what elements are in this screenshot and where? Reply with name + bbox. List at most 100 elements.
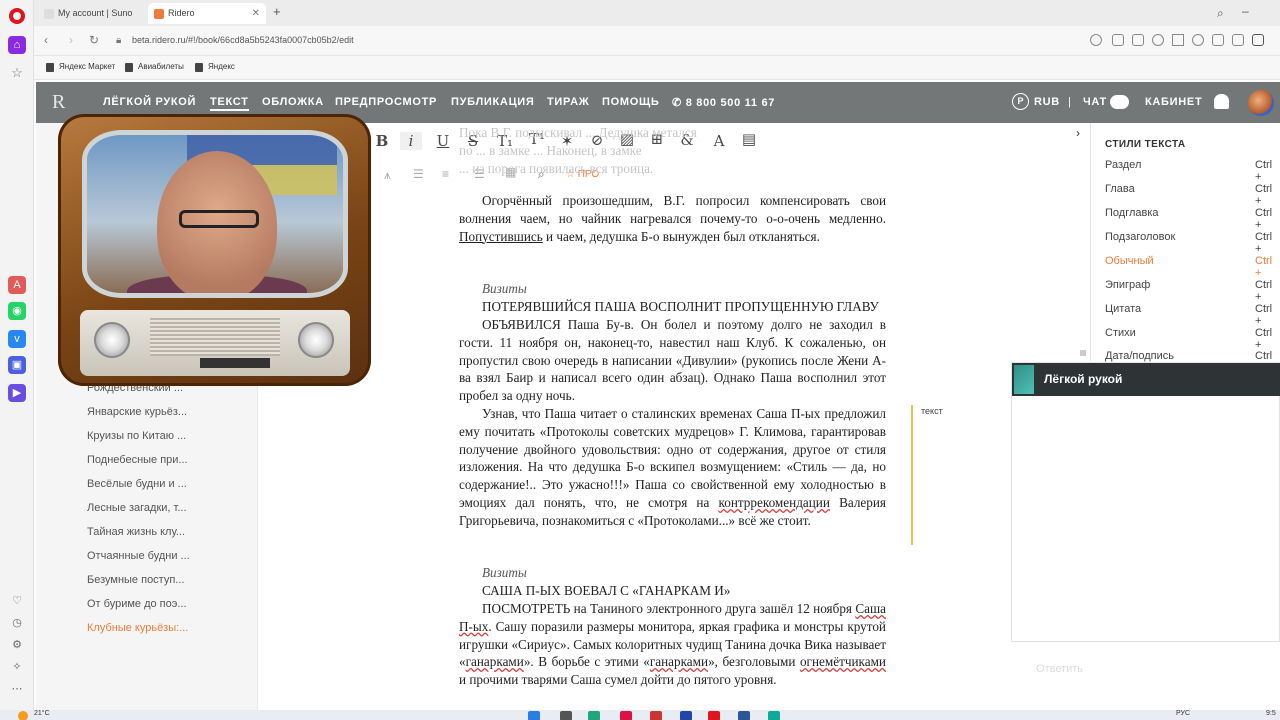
section-heading[interactable]: ПОТЕРЯВШИЙСЯ ПАША ВОСПОЛНИТ ПРОПУЩЕННУЮ … — [482, 299, 879, 315]
bulb-icon[interactable]: ✧ — [8, 658, 26, 676]
section-caption[interactable]: Визиты — [482, 565, 527, 581]
download-icon[interactable] — [1212, 34, 1224, 46]
app-icon[interactable]: A — [8, 276, 26, 294]
style-date-signature[interactable]: Дата/подпись — [1105, 350, 1174, 362]
indent-icon[interactable]: ☰ — [413, 167, 424, 181]
bold-icon[interactable]: B — [371, 132, 393, 150]
style-verse[interactable]: Стихи — [1105, 327, 1136, 339]
style-subheading[interactable]: Подзаголовок — [1105, 231, 1175, 243]
paragraph[interactable]: ПОСМОТРЕТЬ на Таниного электронного друг… — [459, 600, 886, 689]
tab-suno[interactable]: My account | Suno — [38, 3, 146, 24]
chapter-item[interactable]: Поднебесные при... — [87, 454, 188, 466]
minimize-icon[interactable]: – — [1242, 4, 1249, 18]
style-normal[interactable]: Обычный — [1105, 255, 1154, 267]
heart-icon[interactable]: ♡ — [8, 592, 26, 610]
search-icon[interactable]: ⌕ — [1217, 6, 1224, 21]
paragraph[interactable]: Огорчённый произошедшим, В.Г. попросил к… — [459, 192, 886, 245]
chapter-item[interactable]: Январские курьёз... — [87, 406, 187, 418]
chapter-item[interactable]: Тайная жизнь клу... — [87, 526, 185, 538]
home-icon[interactable]: ⌂ — [8, 36, 26, 54]
spellcheck-word[interactable]: ганарками — [650, 654, 708, 669]
style-section[interactable]: Раздел — [1105, 159, 1141, 171]
chapter-item[interactable]: Лесные загадки, т... — [87, 502, 187, 514]
nav-text[interactable]: ТЕКСТ — [210, 96, 249, 111]
forward-icon[interactable]: › — [69, 33, 73, 47]
section-heading[interactable]: САША П-ЫХ ВОЕВАЛ С «ГАНАРКАМ И» — [482, 583, 730, 599]
camera-icon[interactable] — [1132, 34, 1144, 46]
ruble-icon[interactable]: P — [1012, 93, 1029, 110]
weather-text[interactable]: 21°C — [34, 710, 50, 717]
chapter-item[interactable]: Безумные поступ... — [87, 574, 184, 586]
paragraph[interactable]: ОБЪЯВИЛСЯ Паша Бу-в. Он болел и поэтому … — [459, 316, 886, 405]
app-taskbar-icon[interactable] — [768, 711, 780, 720]
tab-ridero[interactable]: Ridero ✕ — [148, 3, 266, 24]
app-taskbar-icon[interactable] — [680, 711, 692, 720]
avatar[interactable] — [1248, 90, 1274, 116]
scrollbar-thumb[interactable] — [1080, 350, 1086, 356]
chapter-item[interactable]: От буриме до поэ... — [87, 598, 187, 610]
chapter-item[interactable]: Круизы по Китаю ... — [87, 430, 186, 442]
paragraph[interactable]: Узнав, что Паша читает о сталинских врем… — [459, 405, 886, 530]
reload-icon[interactable]: ↻ — [89, 33, 99, 47]
profile-icon[interactable] — [1252, 34, 1264, 46]
translate-icon[interactable] — [1112, 34, 1124, 46]
align-icon[interactable]: ⩚ — [384, 168, 391, 183]
bookmark-star-icon[interactable]: ☆ — [8, 64, 26, 82]
opera-logo-icon[interactable] — [9, 8, 25, 24]
phone-number[interactable]: ✆ 8 800 500 11 67 — [672, 96, 775, 109]
spellcheck-word[interactable]: ганарками — [466, 654, 524, 669]
start-icon[interactable] — [528, 711, 540, 720]
nav-cover[interactable]: ОБЛОЖКА — [262, 96, 324, 108]
whatsapp-icon[interactable]: ◉ — [8, 302, 26, 320]
vk-icon[interactable]: v — [8, 330, 26, 348]
style-chapter[interactable]: Глава — [1105, 183, 1135, 195]
list-icon[interactable] — [1232, 34, 1244, 46]
underline-icon[interactable]: U — [432, 132, 454, 150]
nav-publication[interactable]: ПУБЛИКАЦИЯ — [451, 96, 535, 108]
nav-preview[interactable]: ПРЕДПРОСМОТР — [335, 96, 437, 108]
clock[interactable]: 9:5 — [1266, 710, 1276, 717]
back-icon[interactable]: ‹ — [44, 33, 48, 47]
play-icon[interactable] — [1172, 34, 1184, 46]
shield-icon[interactable] — [1152, 34, 1164, 46]
list-clear-icon[interactable]: ≡ — [442, 167, 449, 181]
spellcheck-word[interactable]: Попустившись — [459, 229, 543, 244]
language-indicator[interactable]: РУС — [1176, 710, 1190, 717]
chapter-item[interactable]: Отчаянные будни ... — [87, 550, 190, 562]
bookmark-item[interactable]: Яндекс — [195, 62, 235, 72]
app-taskbar-icon[interactable] — [650, 711, 662, 720]
app2-icon[interactable]: ▣ — [8, 356, 26, 374]
word-taskbar-icon[interactable] — [738, 711, 750, 720]
section-caption[interactable]: Визиты — [482, 281, 527, 297]
chapter-item[interactable]: Весёлые будни и ... — [87, 478, 187, 490]
new-tab-button[interactable]: + — [273, 4, 281, 19]
settings-gear-icon[interactable]: ⚙ — [8, 636, 26, 654]
heart-outline-icon[interactable] — [1192, 34, 1204, 46]
bookmark-item[interactable]: Авиабилеты — [125, 62, 184, 72]
chat-reply-input[interactable]: Ответить — [1036, 663, 1083, 675]
style-epigraph[interactable]: Эпиграф — [1105, 279, 1150, 291]
collapse-panel-icon[interactable]: › — [1076, 126, 1080, 140]
chat-bubble-icon[interactable] — [1110, 95, 1129, 109]
opera-taskbar-icon[interactable] — [708, 711, 720, 720]
style-subchapter[interactable]: Подглавка — [1105, 207, 1159, 219]
app3-icon[interactable]: ▶ — [8, 384, 26, 402]
nav-help[interactable]: ПОМОЩЬ — [602, 96, 660, 108]
currency-label[interactable]: RUB — [1034, 96, 1060, 108]
style-quote[interactable]: Цитата — [1105, 303, 1141, 315]
cabinet-link[interactable]: КАБИНЕТ — [1145, 96, 1202, 108]
bell-icon[interactable] — [1214, 94, 1229, 109]
app-taskbar-icon[interactable] — [588, 711, 600, 720]
app-taskbar-icon[interactable] — [620, 711, 632, 720]
history-icon[interactable]: ◷ — [8, 614, 26, 632]
ridero-logo[interactable]: R — [52, 91, 65, 114]
nav-book-title[interactable]: ЛЁГКОЙ РУКОЙ — [103, 96, 196, 108]
lens-icon[interactable] — [1090, 34, 1102, 46]
url-field[interactable]: beta.ridero.ru/#!/book/66cd8a5b5243fa000… — [132, 35, 354, 45]
close-tab-icon[interactable]: ✕ — [252, 3, 260, 24]
nav-print-run[interactable]: ТИРАЖ — [547, 96, 589, 108]
spellcheck-word[interactable]: огнемётчиками — [800, 654, 886, 669]
more-icon[interactable]: ⋯ — [8, 680, 26, 698]
chat-link[interactable]: ЧАТ — [1083, 96, 1107, 108]
search-taskbar-icon[interactable] — [560, 711, 572, 720]
